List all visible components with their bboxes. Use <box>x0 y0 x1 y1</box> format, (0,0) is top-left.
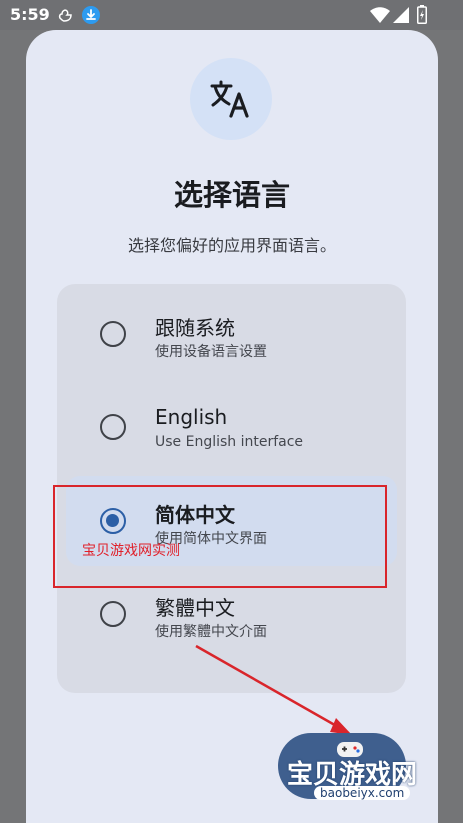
wifi-icon <box>370 7 390 23</box>
option-title: English <box>155 405 228 429</box>
option-english[interactable]: English Use English interface <box>57 382 406 472</box>
dialog-subtitle: 选择您偏好的应用界面语言。 <box>127 236 336 255</box>
option-description: 使用设备语言设置 <box>155 344 267 360</box>
watermark-url: baobeiyx.com <box>314 786 411 800</box>
radio-follow-system[interactable] <box>100 321 126 347</box>
signal-icon <box>393 7 409 23</box>
dialog-title: 选择语言 <box>173 178 290 212</box>
translate-icon <box>210 80 249 118</box>
translate-icon-badge <box>190 58 272 140</box>
option-title: 繁體中文 <box>155 596 235 620</box>
option-description: 使用繁體中文介面 <box>155 624 267 640</box>
option-description: Use English interface <box>155 434 304 450</box>
status-time: 5:59 <box>10 5 50 24</box>
duck-icon <box>58 9 72 22</box>
radio-english[interactable] <box>100 414 126 440</box>
download-icon <box>82 6 100 24</box>
annotation-arrow-icon <box>195 644 352 735</box>
option-title: 跟随系统 <box>155 316 235 340</box>
status-bar: 5:59 <box>0 0 463 30</box>
battery-icon <box>417 5 427 24</box>
annotation-highlight-frame <box>53 485 387 588</box>
option-follow-system[interactable]: 跟随系统 使用设备语言设置 <box>57 289 406 379</box>
annotation-caption: 宝贝游戏网实测 <box>82 543 180 559</box>
radio-traditional-chinese[interactable] <box>100 601 126 627</box>
